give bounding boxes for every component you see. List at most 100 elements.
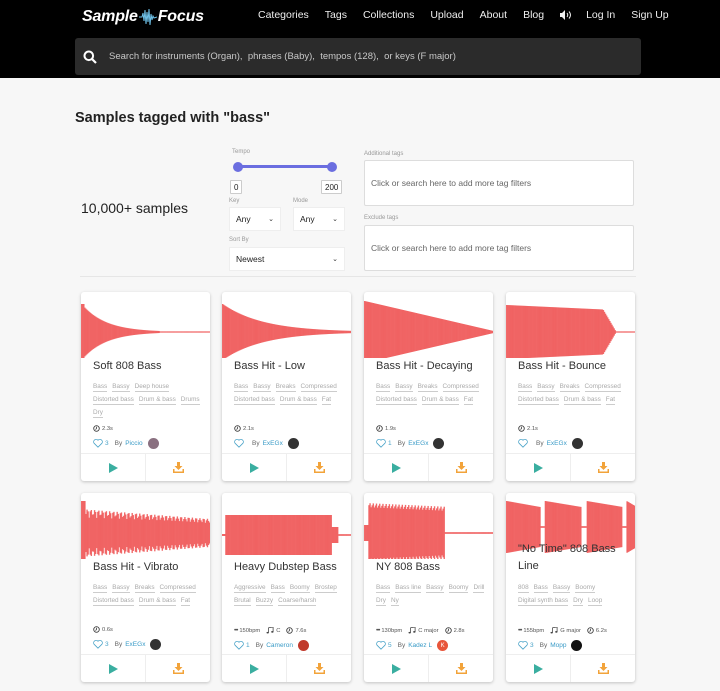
- sample-card[interactable]: Bass Hit - Decaying Bass Bassy Breaks Compr…: [364, 292, 493, 481]
- play-button[interactable]: [222, 655, 287, 682]
- download-button[interactable]: [429, 454, 493, 481]
- tag-link[interactable]: Bass: [518, 382, 533, 392]
- author-link[interactable]: ExEGx: [263, 440, 283, 447]
- additional-tags-input[interactable]: Click or search here to add more tag fil…: [364, 160, 634, 206]
- sample-card[interactable]: NY 808 Bass Bass Bass line Bassy Boomy Drill…: [364, 493, 493, 682]
- search-input[interactable]: [109, 51, 629, 62]
- search-icon[interactable]: [83, 50, 97, 64]
- tag-link[interactable]: Bass: [270, 583, 285, 593]
- tag-link[interactable]: Bass: [376, 583, 391, 593]
- tag-link[interactable]: Fat: [180, 596, 191, 606]
- author-link[interactable]: Piccio: [125, 440, 142, 447]
- tag-link[interactable]: Compressed: [442, 382, 479, 392]
- play-button[interactable]: [222, 454, 287, 481]
- tag-link[interactable]: Breaks: [275, 382, 296, 392]
- download-button[interactable]: [571, 655, 635, 682]
- waveform[interactable]: [81, 298, 210, 358]
- tag-link[interactable]: Fat: [605, 395, 616, 405]
- tag-link[interactable]: Bassy: [112, 382, 130, 392]
- tag-link[interactable]: Breaks: [559, 382, 580, 392]
- author-link[interactable]: Kadez L: [408, 642, 432, 649]
- tag-link[interactable]: Fat: [463, 395, 474, 405]
- download-button[interactable]: [287, 454, 351, 481]
- tag-link[interactable]: Bassy: [112, 583, 130, 593]
- tag-link[interactable]: Bass: [93, 583, 108, 593]
- download-button[interactable]: [429, 655, 493, 682]
- sample-card[interactable]: Bass Hit - Vibrato Bass Bassy Breaks Compre…: [81, 493, 210, 682]
- tag-link[interactable]: Drill: [473, 583, 485, 593]
- tempo-slider-track[interactable]: [236, 165, 334, 168]
- tag-link[interactable]: Boomy: [448, 583, 469, 593]
- sample-title[interactable]: Bass Hit - Decaying: [376, 358, 491, 375]
- sample-title[interactable]: Bass Hit - Bounce: [518, 358, 633, 375]
- like-button[interactable]: 3: [93, 640, 109, 649]
- play-button[interactable]: [364, 454, 429, 481]
- sample-title[interactable]: Soft 808 Bass: [93, 358, 208, 375]
- exclude-tags-input[interactable]: Click or search here to add more tag fil…: [364, 225, 634, 271]
- tag-link[interactable]: Bass line: [395, 583, 422, 593]
- waveform[interactable]: [364, 298, 493, 358]
- tag-link[interactable]: Bass: [533, 583, 548, 593]
- tag-link[interactable]: Aggressive: [234, 583, 266, 593]
- login-link[interactable]: Log In: [586, 9, 615, 21]
- tag-link[interactable]: Distorted bass: [93, 596, 134, 606]
- tempo-max-handle[interactable]: [327, 162, 337, 172]
- nav-blog[interactable]: Blog: [523, 9, 544, 21]
- avatar[interactable]: [297, 640, 309, 651]
- play-button[interactable]: [81, 454, 146, 481]
- tag-link[interactable]: Distorted bass: [234, 395, 275, 405]
- like-button[interactable]: 3: [93, 439, 109, 448]
- tag-link[interactable]: Drum & bass: [138, 596, 176, 606]
- nav-collections[interactable]: Collections: [363, 9, 414, 21]
- tag-link[interactable]: Loop: [588, 596, 603, 606]
- tag-link[interactable]: Breaks: [134, 583, 155, 593]
- mode-select[interactable]: Any ⌄: [293, 207, 345, 231]
- tag-link[interactable]: Buzzy: [255, 596, 274, 606]
- author-link[interactable]: ExEGx: [125, 641, 145, 648]
- tag-link[interactable]: Dry: [573, 596, 584, 606]
- tag-link[interactable]: Ny: [390, 596, 399, 606]
- tag-link[interactable]: Distorted bass: [376, 395, 417, 405]
- tag-link[interactable]: Bassy: [426, 583, 444, 593]
- tag-link[interactable]: Compressed: [159, 583, 196, 593]
- tag-link[interactable]: Dry: [93, 408, 103, 418]
- sample-card[interactable]: "No Time" 808 Bass Line 808 Bass Bassy Boom…: [506, 493, 635, 682]
- tag-link[interactable]: Drum & bass: [421, 395, 459, 405]
- tag-link[interactable]: Deep house: [134, 382, 170, 392]
- waveform[interactable]: [506, 298, 635, 358]
- sample-title[interactable]: Bass Hit - Low: [234, 358, 349, 375]
- like-button[interactable]: [234, 439, 246, 448]
- play-button[interactable]: [81, 655, 146, 682]
- avatar[interactable]: [571, 438, 583, 449]
- tag-link[interactable]: Distorted bass: [518, 395, 559, 405]
- sample-card[interactable]: Bass Hit - Low Bass Bassy Breaks Compressed…: [222, 292, 351, 481]
- tag-link[interactable]: Breaks: [417, 382, 438, 392]
- tag-link[interactable]: Distorted bass: [93, 395, 134, 405]
- tag-link[interactable]: Bassy: [552, 583, 571, 593]
- download-button[interactable]: [571, 454, 635, 481]
- tag-link[interactable]: Bass: [234, 382, 249, 392]
- tag-link[interactable]: Compressed: [584, 382, 621, 392]
- tag-link[interactable]: Bass: [376, 382, 391, 392]
- tag-link[interactable]: 808: [518, 583, 529, 593]
- tag-link[interactable]: Bassy: [395, 382, 413, 392]
- tempo-slider[interactable]: [233, 162, 337, 172]
- avatar[interactable]: [433, 438, 445, 449]
- nav-tags[interactable]: Tags: [325, 9, 347, 21]
- tag-link[interactable]: Coarse/harsh: [278, 596, 317, 606]
- avatar[interactable]: [287, 438, 299, 449]
- waveform[interactable]: [81, 499, 210, 559]
- tag-link[interactable]: Drum & bass: [563, 395, 601, 405]
- avatar[interactable]: K: [437, 640, 449, 651]
- tag-link[interactable]: Boomy: [289, 583, 310, 593]
- tag-link[interactable]: Brutal: [234, 596, 251, 606]
- tag-link[interactable]: Bass: [93, 382, 108, 392]
- download-button[interactable]: [146, 454, 210, 481]
- speaker-icon[interactable]: [560, 10, 572, 20]
- play-button[interactable]: [506, 655, 571, 682]
- waveform[interactable]: [364, 499, 493, 559]
- tag-link[interactable]: Drum & bass: [138, 395, 176, 405]
- tag-link[interactable]: Fat: [321, 395, 332, 405]
- play-button[interactable]: [364, 655, 429, 682]
- tag-link[interactable]: Compressed: [300, 382, 337, 392]
